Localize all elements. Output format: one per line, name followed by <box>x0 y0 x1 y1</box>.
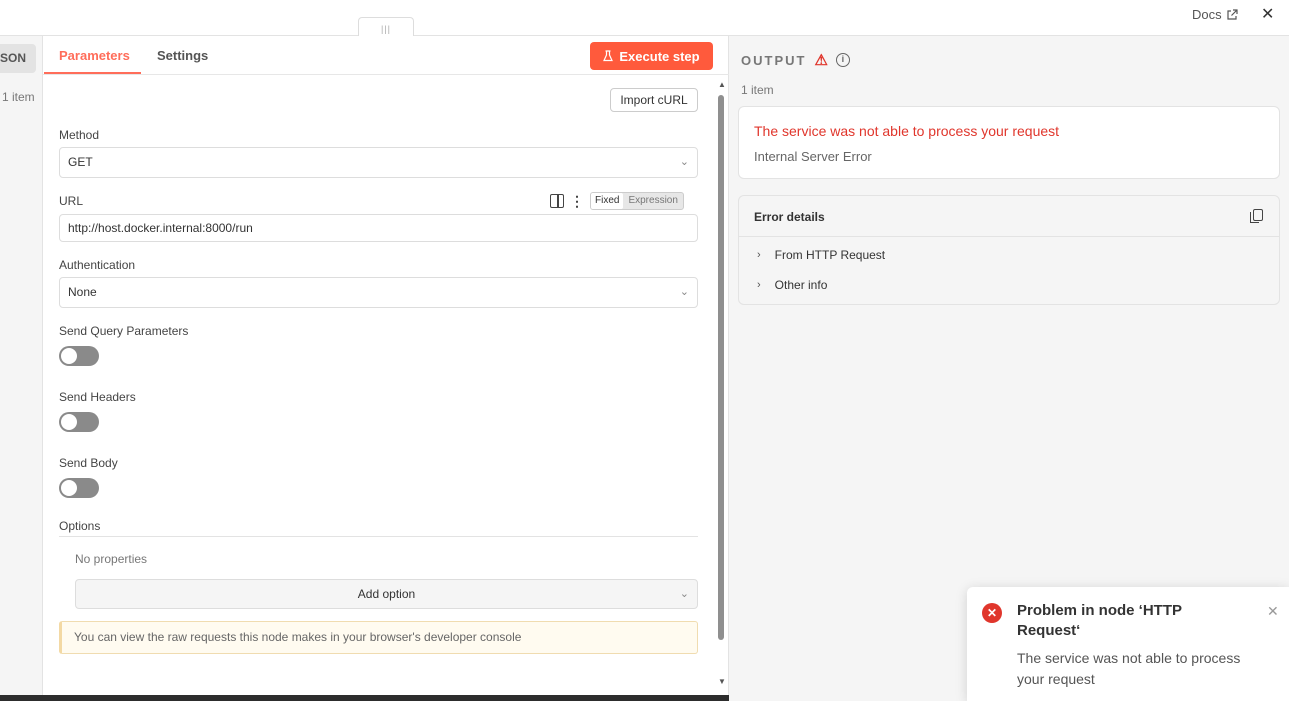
mode-expression[interactable]: Expression <box>623 193 682 209</box>
output-title: OUTPUT <box>741 52 807 68</box>
input-panel: SON 1 item <box>0 36 43 701</box>
no-properties-text: No properties <box>75 552 148 566</box>
toast-title: Problem in node ‘HTTP Request‘ <box>1017 602 1182 639</box>
output-header: OUTPUT ⚠ i <box>741 51 850 69</box>
toast-message: The service was not able to process your… <box>1017 650 1241 687</box>
chevron-down-icon: ⌄ <box>679 156 689 168</box>
developer-console-notice: You can view the raw requests this node … <box>59 621 698 654</box>
chevron-down-icon: ⌄ <box>679 588 689 600</box>
add-option-button[interactable]: Add option ⌄ <box>75 579 698 609</box>
warning-icon: ⚠ <box>814 52 828 69</box>
params-scrollbar[interactable]: ▲ ▼ <box>718 80 726 694</box>
send-query-label: Send Query Parameters <box>59 324 189 338</box>
panel-toggle-icon[interactable] <box>550 194 564 208</box>
output-item-count: 1 item <box>741 83 774 97</box>
url-label: URL <box>59 194 84 208</box>
scroll-thumb[interactable] <box>718 95 724 640</box>
detail-row-label: From HTTP Request <box>774 248 886 262</box>
send-headers-label: Send Headers <box>59 390 136 404</box>
parameters-panel: Parameters Settings Execute step Import … <box>43 36 729 695</box>
options-label: Options <box>59 519 101 533</box>
detail-row-label: Other info <box>774 278 828 292</box>
input-item-count: 1 item <box>2 90 35 104</box>
copy-icon[interactable] <box>1250 209 1263 223</box>
authentication-label: Authentication <box>59 258 136 272</box>
chevron-right-icon: › <box>757 279 761 291</box>
detail-row-other-info[interactable]: › Other info <box>757 278 827 292</box>
error-details-card: Error details › From HTTP Request › Othe… <box>738 195 1280 305</box>
method-select[interactable]: GET ⌄ <box>59 147 698 178</box>
authentication-select[interactable]: None ⌄ <box>59 277 698 308</box>
node-tabs: Parameters Settings Execute step <box>43 36 729 75</box>
docs-link-label: Docs <box>1192 7 1222 22</box>
bottom-bar <box>0 695 729 701</box>
flask-icon <box>603 50 614 62</box>
send-body-toggle[interactable] <box>59 478 99 498</box>
error-details-title: Error details <box>754 210 825 224</box>
error-subtitle: Internal Server Error <box>754 149 872 164</box>
close-icon[interactable]: ✕ <box>1261 7 1275 23</box>
toast-close-icon[interactable]: ✕ <box>1267 603 1279 620</box>
tab-settings[interactable]: Settings <box>157 48 208 63</box>
panel-drag-handle[interactable]: ||| <box>358 17 414 37</box>
import-curl-button[interactable]: Import cURL <box>610 88 698 112</box>
send-query-toggle[interactable] <box>59 346 99 366</box>
url-field-tools: ⋮ Fixed Expression <box>550 192 684 210</box>
error-circle-icon: ✕ <box>982 603 1002 623</box>
send-body-label: Send Body <box>59 456 118 470</box>
top-bar: ||| Docs ✕ <box>0 0 1289 37</box>
method-value: GET <box>68 155 93 169</box>
scroll-down-icon[interactable]: ▼ <box>718 677 726 686</box>
more-options-icon[interactable]: ⋮ <box>570 194 584 208</box>
add-option-label: Add option <box>357 587 416 601</box>
docs-link[interactable]: Docs <box>1192 7 1238 22</box>
execute-step-button[interactable]: Execute step <box>590 42 713 70</box>
json-view-tab[interactable]: SON <box>0 44 36 73</box>
chevron-down-icon: ⌄ <box>679 286 689 298</box>
error-toast: ✕ Problem in node ‘HTTP Request‘ ✕ The s… <box>967 587 1289 701</box>
error-card: The service was not able to process your… <box>738 106 1280 179</box>
error-title: The service was not able to process your… <box>754 123 1060 139</box>
active-tab-indicator <box>44 72 141 74</box>
options-divider <box>59 536 698 537</box>
tab-parameters[interactable]: Parameters <box>59 48 130 63</box>
url-input[interactable]: http://host.docker.internal:8000/run <box>59 214 698 242</box>
authentication-value: None <box>68 285 97 299</box>
chevron-right-icon: › <box>757 249 761 261</box>
fixed-expression-toggle[interactable]: Fixed Expression <box>590 192 684 210</box>
send-headers-toggle[interactable] <box>59 412 99 432</box>
method-label: Method <box>59 128 100 142</box>
execute-step-label: Execute step <box>619 48 700 64</box>
error-details-header: Error details <box>739 196 1279 237</box>
info-icon[interactable]: i <box>835 53 850 67</box>
external-link-icon <box>1227 8 1238 20</box>
scroll-up-icon[interactable]: ▲ <box>718 80 726 89</box>
detail-row-from-http-request[interactable]: › From HTTP Request <box>757 248 885 262</box>
mode-fixed[interactable]: Fixed <box>591 193 624 209</box>
